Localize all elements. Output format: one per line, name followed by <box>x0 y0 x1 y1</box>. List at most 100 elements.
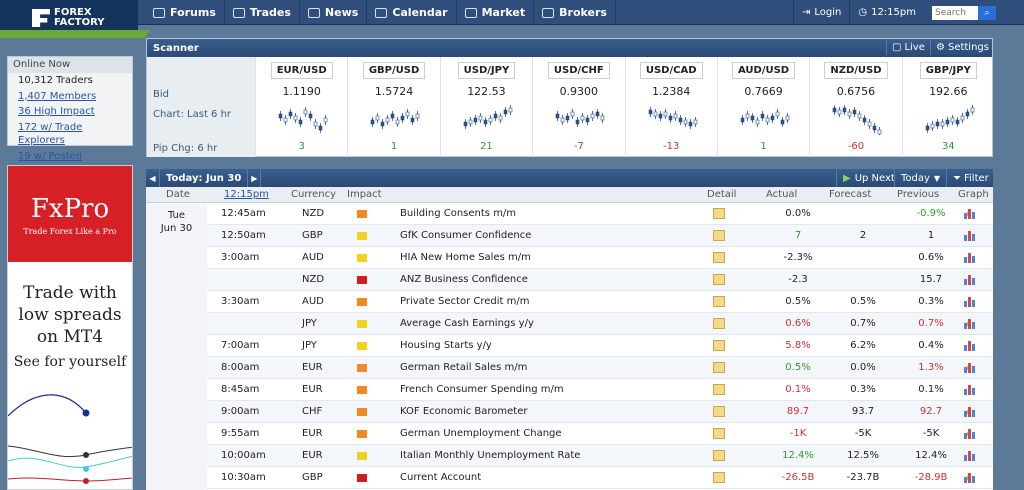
graph-icon[interactable] <box>964 406 976 417</box>
scanner-pair-usd-jpy[interactable]: USD/JPY 122.53 21 <box>439 57 532 157</box>
scanner-settings-button[interactable]: ⚙ Settings <box>930 40 994 55</box>
scanner-pair-usd-chf[interactable]: USD/CHF 0.9300 -7 <box>532 57 624 157</box>
event-title[interactable]: ANZ Business Confidence <box>400 274 528 285</box>
calendar-row[interactable]: 7:00am JPY Housing Starts y/y 5.8% 6.2% 0.4% <box>207 335 993 357</box>
event-title[interactable]: KOF Economic Barometer <box>400 406 527 417</box>
calendar-row[interactable]: 12:50am GBP GfK Consumer Confidence 7 2 1 <box>207 225 993 247</box>
login-link[interactable]: ⇥ Login <box>792 0 849 25</box>
event-title[interactable]: French Consumer Spending m/m <box>400 384 564 395</box>
graph-icon[interactable] <box>964 230 976 241</box>
event-forecast: 2 <box>859 230 867 241</box>
nav-label: Trades <box>249 6 291 19</box>
graph-icon[interactable] <box>964 318 976 329</box>
event-time: 9:55am <box>221 428 260 439</box>
next-day-button[interactable]: ▶ <box>247 169 262 187</box>
calendar-row[interactable]: 3:30am AUD Private Sector Credit m/m 0.5% 0.… <box>207 291 993 313</box>
filter-button[interactable]: ⏷ Filter <box>946 169 995 187</box>
event-title[interactable]: Housing Starts y/y <box>400 340 492 351</box>
nav-calendar[interactable]: Calendar <box>367 0 457 25</box>
graph-icon[interactable] <box>964 428 976 439</box>
scanner-live-button[interactable]: ▢ Live <box>886 40 930 55</box>
graph-icon[interactable] <box>964 450 976 461</box>
event-time: 12:45am <box>221 208 266 219</box>
graph-icon[interactable] <box>964 362 976 373</box>
detail-folder-icon[interactable] <box>713 472 725 483</box>
nav-label: Forums <box>170 6 216 19</box>
detail-folder-icon[interactable] <box>713 406 725 417</box>
impact-icon <box>357 276 367 284</box>
detail-folder-icon[interactable] <box>713 318 725 329</box>
detail-folder-icon[interactable] <box>713 296 725 307</box>
event-title[interactable]: GfK Consumer Confidence <box>400 230 531 241</box>
calendar-row[interactable]: 8:45am EUR French Consumer Spending m/m 0.1… <box>207 379 993 401</box>
detail-folder-icon[interactable] <box>713 208 725 219</box>
ad-chart-graphic <box>8 394 132 484</box>
detail-folder-icon[interactable] <box>713 450 725 461</box>
event-title[interactable]: HIA New Home Sales m/m <box>400 252 531 263</box>
pair-candle-chart <box>925 105 974 133</box>
event-actual: -26.5B <box>781 472 815 483</box>
event-title[interactable]: Private Sector Credit m/m <box>400 296 529 307</box>
calendar-row[interactable]: NZD ANZ Business Confidence -2.3 15.7 <box>207 269 993 291</box>
scanner-pair-usd-cad[interactable]: USD/CAD 1.2384 -13 <box>624 57 717 157</box>
pair-name: USD/CHF <box>547 62 610 79</box>
event-title[interactable]: German Unemployment Change <box>400 428 562 439</box>
detail-folder-icon[interactable] <box>713 384 725 395</box>
calendar-columns: Date 12:15pm Currency Impact Detail Actu… <box>146 187 993 203</box>
event-time: 7:00am <box>221 340 260 351</box>
nav-brokers[interactable]: Brokers <box>534 0 616 25</box>
filter-icon: ⏷ <box>953 172 961 184</box>
event-title[interactable]: German Retail Sales m/m <box>400 362 527 373</box>
col-time[interactable]: 12:15pm <box>224 189 269 200</box>
search-button[interactable]: ⌕ <box>978 5 996 20</box>
detail-folder-icon[interactable] <box>713 428 725 439</box>
detail-folder-icon[interactable] <box>713 252 725 263</box>
online-explorers-link[interactable]: 172 w/ Trade Explorers <box>8 120 132 149</box>
nav-market[interactable]: Market <box>457 0 535 25</box>
nav-news[interactable]: News <box>300 0 368 25</box>
event-title[interactable]: Building Consents m/m <box>400 208 516 219</box>
detail-folder-icon[interactable] <box>713 230 725 241</box>
graph-icon[interactable] <box>964 274 976 285</box>
scanner-pair-eur-usd[interactable]: EUR/USD 1.1190 3 <box>255 57 347 157</box>
calendar-row[interactable]: 9:00am CHF KOF Economic Barometer 89.7 93.7 9… <box>207 401 993 423</box>
event-title[interactable]: Average Cash Earnings y/y <box>400 318 534 329</box>
graph-icon[interactable] <box>964 472 976 483</box>
calendar-row[interactable]: 10:00am EUR Italian Monthly Unemployment R… <box>207 445 993 467</box>
graph-icon[interactable] <box>964 340 976 351</box>
chevron-left-icon: ◀ <box>149 173 156 183</box>
graph-icon[interactable] <box>964 208 976 219</box>
ad-cta: See for yourself <box>13 354 127 370</box>
pair-name: USD/CAD <box>639 62 703 79</box>
nav-forums[interactable]: Forums <box>145 0 225 25</box>
calendar-row[interactable]: JPY Average Cash Earnings y/y 0.6% 0.7% 0.7% <box>207 313 993 335</box>
prev-day-button[interactable]: ◀ <box>146 169 160 187</box>
online-members-link[interactable]: 1,407 Members <box>8 89 132 105</box>
event-previous: 0.1% <box>918 384 944 395</box>
calendar-row[interactable]: 9:55am EUR German Unemployment Change -1K -5… <box>207 423 993 445</box>
today-dropdown[interactable]: Today ▼ <box>894 169 946 187</box>
detail-folder-icon[interactable] <box>713 274 725 285</box>
graph-icon[interactable] <box>964 384 976 395</box>
up-next-button[interactable]: ▶ Up Next <box>836 169 901 187</box>
calendar-row[interactable]: 8:00am EUR German Retail Sales m/m 0.5% 0.0%… <box>207 357 993 379</box>
event-title[interactable]: Current Account <box>400 472 481 483</box>
calendar-row[interactable]: 10:30am GBP Current Account -26.5B -23.7B -28… <box>207 467 993 489</box>
calendar-row[interactable]: 3:00am AUD HIA New Home Sales m/m -2.3% 0.6% <box>207 247 993 269</box>
scanner-pair-aud-usd[interactable]: AUD/USD 0.7669 1 <box>716 57 809 157</box>
graph-icon[interactable] <box>964 252 976 263</box>
detail-folder-icon[interactable] <box>713 340 725 351</box>
scanner-pair-gbp-usd[interactable]: GBP/USD 1.5724 1 <box>347 57 439 157</box>
nav-trades[interactable]: Trades <box>225 0 300 25</box>
detail-folder-icon[interactable] <box>713 362 725 373</box>
search-input[interactable] <box>932 5 978 20</box>
calendar-row[interactable]: 12:45am NZD Building Consents m/m 0.0% -0.9% <box>207 203 993 225</box>
event-title[interactable]: Italian Monthly Unemployment Rate <box>400 450 580 461</box>
clock[interactable]: ◷ 12:15pm <box>849 0 924 25</box>
graph-icon[interactable] <box>964 296 976 307</box>
scanner-pair-nzd-usd[interactable]: NZD/USD 0.6756 -60 <box>809 57 901 157</box>
forex-factory-logo[interactable]: FOREX FACTORY <box>0 0 150 38</box>
fxpro-advertisement[interactable]: FxPro Trade Forex Like a Pro Trade with … <box>7 165 133 490</box>
scanner-pair-gbp-jpy[interactable]: GBP/JPY 192.66 34 <box>901 57 994 157</box>
online-high-impact-link[interactable]: 36 High Impact <box>8 104 132 120</box>
